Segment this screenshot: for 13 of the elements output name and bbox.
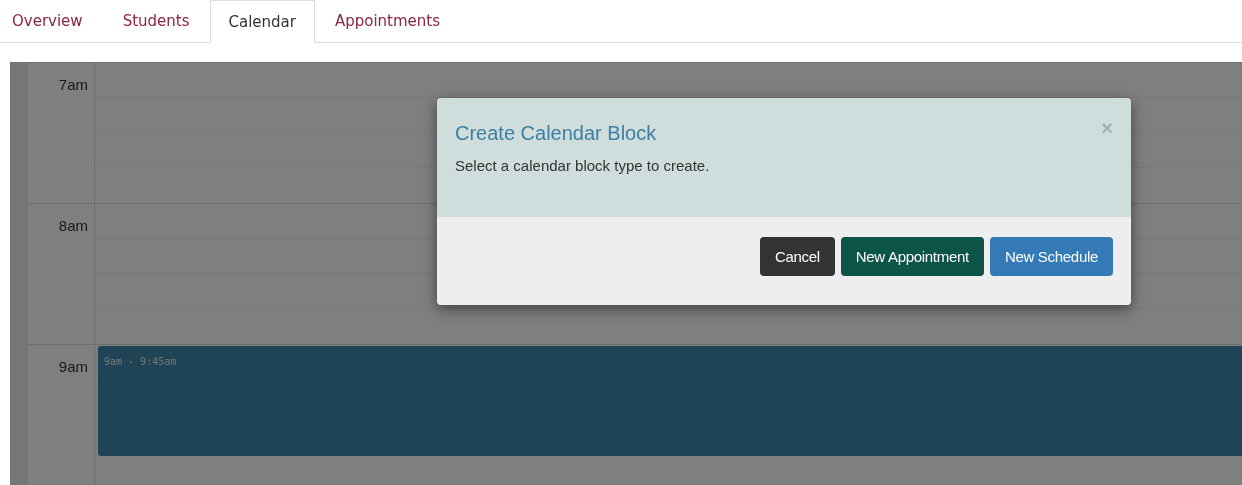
dialog-button[interactable]: Cancel (759, 237, 835, 276)
tab[interactable]: Overview (0, 0, 95, 42)
modal-title: Create Calendar Block (455, 122, 657, 145)
tab[interactable]: Calendar (209, 0, 315, 43)
dialog-button[interactable]: New Appointment (840, 237, 984, 276)
dialog-button[interactable]: New Schedule (989, 237, 1113, 276)
tab[interactable]: Appointments (314, 0, 453, 42)
hour-label: 9am (58, 358, 88, 376)
hour-label: 7am (58, 76, 88, 94)
event-time: 9am - 9:45am (104, 356, 177, 367)
tab[interactable]: Students (102, 0, 202, 42)
modal-message: Select a calendar block type to create. (455, 157, 711, 174)
hour-label: 8am (58, 217, 88, 235)
